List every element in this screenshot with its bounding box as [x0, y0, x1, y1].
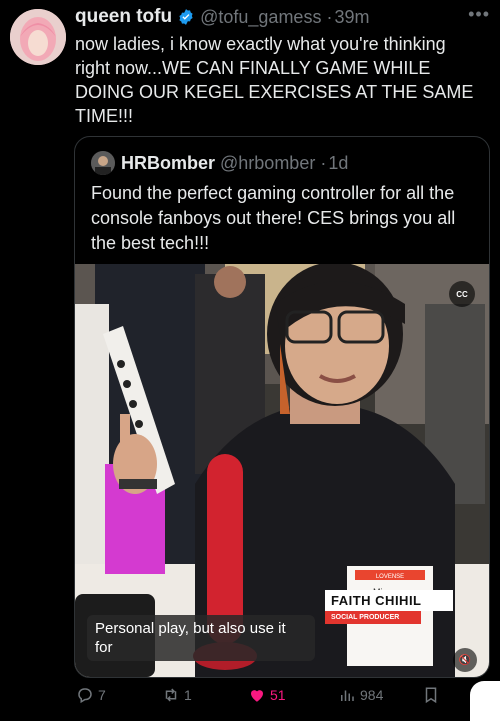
more-icon[interactable]: ••• — [468, 4, 490, 25]
author-handle[interactable]: @tofu_gamess — [200, 7, 321, 28]
lower-third: FAITH CHIHIL SOCIAL PRODUCER — [325, 590, 453, 624]
edge-overlay — [470, 681, 500, 721]
views-icon — [341, 690, 354, 701]
video-caption: Personal play, but also use it for — [87, 615, 315, 661]
views-button[interactable]: 984 — [338, 686, 383, 704]
tweet-text: now ladies, i know exactly what you're t… — [75, 34, 479, 126]
quoted-handle: @hrbomber — [220, 152, 316, 173]
quoted-tweet[interactable]: HRBomber @hrbomber · 1d Found the perfec… — [74, 136, 490, 678]
video-player[interactable]: LOVENSE Mi... CC Personal play, but also… — [75, 264, 489, 677]
bookmark-icon — [425, 687, 437, 704]
retweet-count: 1 — [184, 687, 192, 703]
like-button[interactable]: 51 — [248, 686, 286, 704]
reply-count: 7 — [98, 687, 106, 703]
tweet-time[interactable]: 39m — [334, 7, 369, 28]
quoted-avatar — [91, 151, 115, 175]
quoted-text: Found the perfect gaming controller for … — [91, 183, 461, 253]
author-avatar[interactable] — [10, 9, 66, 65]
mute-icon[interactable]: 🔇 — [453, 648, 477, 672]
bookmark-button[interactable] — [422, 686, 440, 704]
retweet-button[interactable]: 1 — [162, 686, 192, 704]
quoted-header: HRBomber @hrbomber · 1d — [91, 151, 348, 175]
lower-third-title: SOCIAL PRODUCER — [325, 611, 421, 624]
like-count: 51 — [270, 687, 286, 703]
tweet-header: queen tofu @tofu_gamess · 39m ••• — [75, 4, 490, 28]
dot-separator: · — [320, 152, 327, 173]
dot-separator: · — [326, 6, 333, 27]
sign-top: LOVENSE — [376, 574, 404, 580]
verified-badge-icon — [179, 9, 193, 25]
reply-button[interactable]: 7 — [76, 686, 106, 704]
reply-icon — [78, 688, 92, 704]
action-bar: 7 1 51 984 — [76, 686, 486, 708]
lower-third-name: FAITH CHIHIL — [325, 590, 453, 611]
quoted-name: HRBomber — [121, 152, 216, 173]
view-count: 984 — [360, 687, 384, 703]
heart-icon — [251, 690, 263, 702]
quoted-time: 1d — [328, 152, 349, 173]
author-name[interactable]: queen tofu — [75, 6, 172, 28]
cc-icon[interactable]: CC — [449, 281, 475, 307]
retweet-icon — [165, 688, 177, 702]
